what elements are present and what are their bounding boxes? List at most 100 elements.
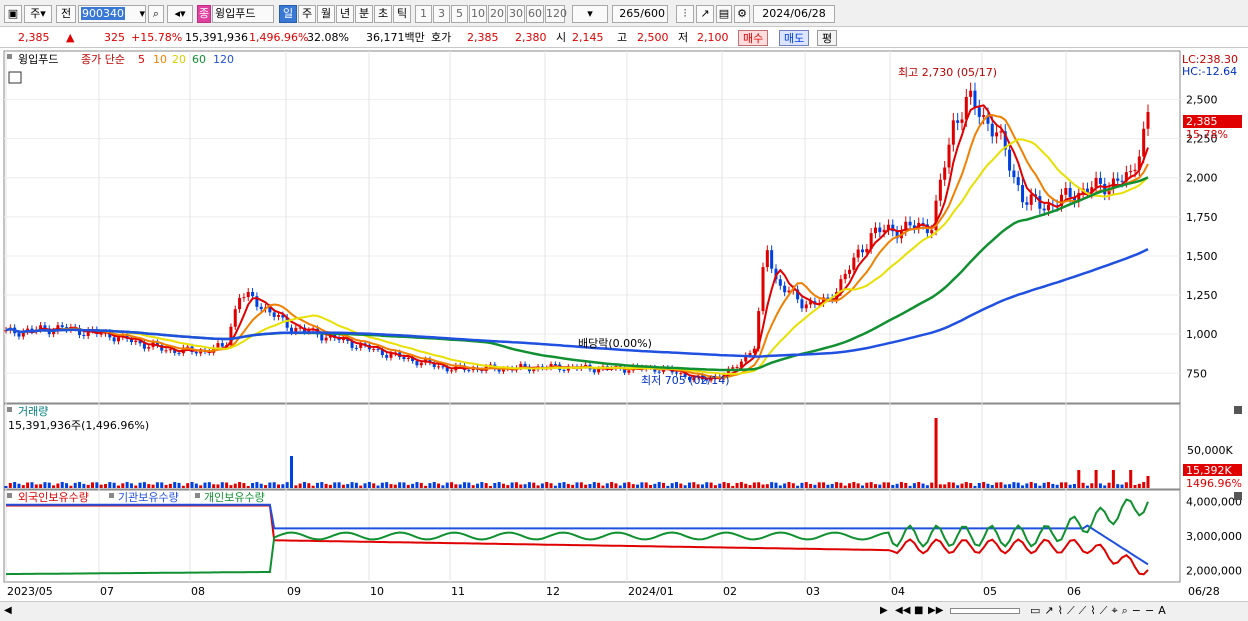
last-price-tag-text: 2,385 xyxy=(1186,115,1218,128)
interval-tab-2[interactable]: 5 xyxy=(451,5,468,23)
price-pane-title: 윙입푸드 xyxy=(18,53,58,66)
volume-bar xyxy=(471,485,475,488)
count-input[interactable]: 265/600 xyxy=(612,5,668,23)
period-tab-4[interactable]: 분 xyxy=(355,5,373,23)
search-icon[interactable]: ⌕ xyxy=(148,5,164,23)
interval-tab-4[interactable]: 20 xyxy=(488,5,506,23)
volume-bar xyxy=(307,483,311,488)
period-tab-3[interactable]: 년 xyxy=(336,5,354,23)
chart-scrollbar[interactable]: ◀ ▶ ◀◀ ■ ▶▶ ▭↗⌇⟋⟋⌇⟋⌖⌕−−A xyxy=(0,601,1248,621)
chart-area[interactable]: 윙입푸드 종가 단순 5 10 20 60 120 최고 2,730 (05/1… xyxy=(0,50,1248,602)
forward-icon[interactable]: ▶▶ xyxy=(928,605,943,616)
code-input[interactable]: 900340 ▾ xyxy=(78,5,146,23)
price-y-tick: 1,250 xyxy=(1186,289,1218,302)
volume-bar xyxy=(835,482,839,488)
candle-body xyxy=(982,115,986,117)
volume-bar xyxy=(52,485,56,488)
volume-bar xyxy=(450,482,454,488)
volume-bar xyxy=(839,482,843,488)
interval-tab-5[interactable]: 30 xyxy=(507,5,525,23)
candle-body xyxy=(1046,204,1051,211)
volume-bar xyxy=(488,485,492,488)
volume-bar xyxy=(229,485,233,488)
period-tab-1[interactable]: 주 xyxy=(298,5,316,23)
interval-tab-1[interactable]: 3 xyxy=(433,5,450,23)
volume-pct: 1,496.96% xyxy=(249,31,309,44)
candle-icon[interactable]: ⫶ xyxy=(676,5,694,23)
interval-tab-7[interactable]: 120 xyxy=(545,5,567,23)
sell-button[interactable]: 매도 xyxy=(779,30,810,46)
candle-body xyxy=(82,334,86,336)
x-axis-label: 02 xyxy=(723,585,737,598)
interval-select[interactable]: ▾ xyxy=(572,5,608,23)
prefix-button[interactable]: 전 xyxy=(56,5,76,23)
period-tab-0[interactable]: 일 xyxy=(279,5,297,23)
volume-bar xyxy=(722,482,726,488)
volume-bar xyxy=(501,483,505,488)
volume-bar xyxy=(1103,485,1107,488)
volume-bar xyxy=(225,482,229,488)
volume-bar xyxy=(649,484,653,488)
scroll-left-icon[interactable]: ◀ xyxy=(4,605,12,616)
speaker-icon[interactable]: ◂▾ xyxy=(167,5,193,23)
change-value: 325 xyxy=(104,31,125,44)
window-icon[interactable]: ▣ xyxy=(4,5,22,23)
market-select[interactable]: 주▾ xyxy=(24,5,52,23)
scroll-right-icon[interactable]: ▶ xyxy=(880,605,888,616)
volume-bar xyxy=(869,482,873,488)
rewind-icon[interactable]: ◀◀ xyxy=(895,605,910,616)
volume-bar xyxy=(674,482,679,488)
calculator-icon[interactable] xyxy=(8,71,22,84)
zoom-slider[interactable] xyxy=(950,608,1020,614)
volume-bar xyxy=(588,484,592,488)
volume-bar xyxy=(199,485,203,488)
volume-bar xyxy=(168,483,172,488)
stop-icon[interactable]: ■ xyxy=(914,605,923,616)
volume-bar xyxy=(8,483,12,488)
candle-body xyxy=(289,327,294,332)
volume-bar xyxy=(670,483,674,488)
interval-tab-0[interactable]: 1 xyxy=(415,5,432,23)
volume-bar xyxy=(445,482,449,488)
candle-body xyxy=(873,227,877,234)
volume-bar xyxy=(1077,470,1081,488)
save-icon[interactable]: ▤ xyxy=(716,5,732,23)
close-pane-icon[interactable] xyxy=(1234,406,1242,414)
amount-value: 36,171백만 xyxy=(366,31,425,44)
volume-bar xyxy=(770,482,774,488)
volume-bar xyxy=(1107,482,1111,488)
volume-bar xyxy=(973,485,977,488)
candle-body xyxy=(17,333,21,337)
gear-icon[interactable]: ⚙ xyxy=(734,5,750,23)
price-chart-svg[interactable]: 윙입푸드 종가 단순 5 10 20 60 120 최고 2,730 (05/1… xyxy=(0,50,1248,602)
drawing-tools-icon[interactable]: ▭↗⌇⟋⟋⌇⟋⌖⌕−−A xyxy=(1030,604,1170,618)
trend-icon[interactable]: ↗ xyxy=(696,5,714,23)
volume-bar xyxy=(969,483,973,488)
volume-bar xyxy=(856,483,860,488)
volume-bar xyxy=(605,483,609,488)
candle-body xyxy=(246,292,250,298)
volume-bar xyxy=(653,483,657,488)
volume-bar xyxy=(186,483,190,488)
volume-bar xyxy=(268,482,272,488)
date-input[interactable]: 2024/06/28 xyxy=(753,5,835,23)
period-tab-5[interactable]: 초 xyxy=(374,5,392,23)
candle-body xyxy=(860,249,865,253)
candle-body xyxy=(354,347,358,349)
buy-button[interactable]: 매수 xyxy=(738,30,769,46)
volume-bar xyxy=(354,482,358,488)
volume-bar xyxy=(1029,482,1033,488)
interval-tab-6[interactable]: 60 xyxy=(526,5,544,23)
candle-body xyxy=(999,131,1003,133)
close-pane-icon[interactable] xyxy=(1234,492,1242,500)
volume-bar xyxy=(506,485,510,488)
interval-tab-3[interactable]: 10 xyxy=(469,5,487,23)
volume-bar xyxy=(951,482,955,488)
volume-bar xyxy=(925,485,929,488)
hc-label: HC:-12.64 xyxy=(1182,65,1237,78)
period-tab-6[interactable]: 틱 xyxy=(393,5,411,23)
period-tab-2[interactable]: 월 xyxy=(317,5,335,23)
volume-bar xyxy=(904,482,908,488)
eval-button[interactable]: 평 xyxy=(817,30,838,46)
volume-bar xyxy=(614,483,618,488)
